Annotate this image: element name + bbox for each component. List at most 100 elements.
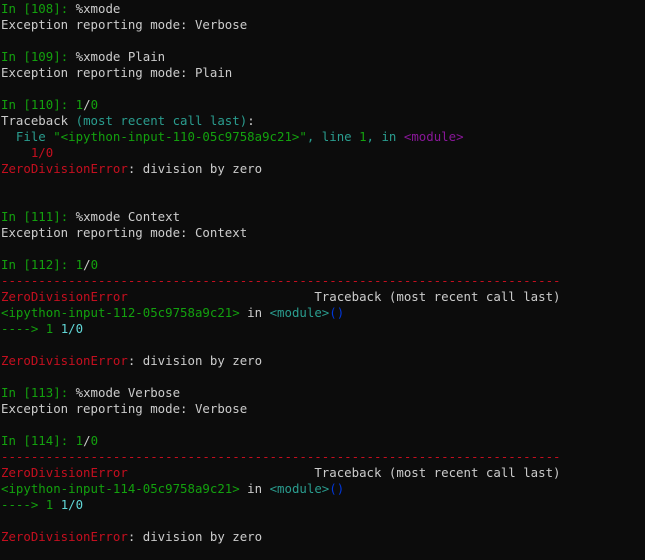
terminal-text-segment: ]: (53, 433, 76, 448)
terminal-text-segment: In [ (1, 97, 31, 112)
terminal-text-segment: 113 (30, 385, 54, 400)
terminal-line: Traceback (most recent call last): (1, 113, 561, 129)
terminal-text-segment: ----------------------------------------… (1, 449, 561, 464)
terminal-text-segment: ----------------------------------------… (1, 273, 561, 288)
terminal-text-segment: 0 (90, 257, 99, 272)
terminal-text-segment: / (83, 257, 91, 272)
terminal-line: ZeroDivisionError: division by zero (1, 161, 561, 177)
terminal-text-segment: (most recent call last) (75, 113, 248, 128)
terminal-text-segment: %xmode (75, 1, 121, 16)
terminal-line: In [113]: %xmode Verbose (1, 385, 561, 401)
terminal-text-segment: : (247, 113, 255, 128)
terminal-text-segment: 1/0 (1, 145, 54, 160)
terminal-text-segment: in (239, 481, 270, 496)
terminal-text-segment: 1/0 (60, 321, 84, 336)
terminal-text-segment: : division by zero (127, 529, 263, 544)
terminal-text-segment: ZeroDivisionError (1, 465, 128, 480)
terminal-text-segment: ]: (53, 385, 76, 400)
terminal-text-segment: () (329, 481, 345, 496)
terminal-line: In [109]: %xmode Plain (1, 49, 561, 65)
terminal-text-segment: 114 (30, 433, 54, 448)
terminal-text-segment: In [ (1, 49, 31, 64)
terminal-text-segment: ZeroDivisionError (1, 353, 128, 368)
terminal-text-segment: <module> (269, 305, 330, 320)
terminal-line: ZeroDivisionError: division by zero (1, 529, 561, 545)
terminal-line: In [114]: 1/0 (1, 433, 561, 449)
terminal-text-segment: Traceback (most recent call last) (127, 289, 561, 304)
terminal-text-segment: ]: (53, 209, 76, 224)
terminal-text-segment: %xmode Context (75, 209, 181, 224)
terminal-text-segment: 0 (90, 97, 99, 112)
terminal-text-segment: In [ (1, 1, 31, 16)
terminal-text-segment: <ipython-input-114-05c9758a9c21> (1, 481, 240, 496)
terminal-text-segment: %xmode Plain (75, 49, 166, 64)
terminal-text-segment: 1 (359, 129, 367, 144)
terminal-text-segment: , line (306, 129, 360, 144)
terminal-line: Exception reporting mode: Context (1, 225, 561, 241)
terminal-text-segment: "<ipython-input-110-05c9758a9c21>" (53, 129, 307, 144)
terminal-text-segment: ]: (53, 97, 76, 112)
terminal-text-segment: ----> 1 (1, 497, 61, 512)
terminal-line: ----------------------------------------… (1, 273, 561, 289)
terminal-text-segment: In [ (1, 433, 31, 448)
terminal-line: 1/0 (1, 145, 561, 161)
terminal-line: <ipython-input-112-05c9758a9c21> in <mod… (1, 305, 561, 321)
terminal-text-segment: Traceback (1, 113, 76, 128)
terminal-text-segment: <ipython-input-112-05c9758a9c21> (1, 305, 240, 320)
terminal-text-segment: : division by zero (127, 161, 263, 176)
terminal-line: Exception reporting mode: Verbose (1, 17, 561, 33)
terminal-line: In [112]: 1/0 (1, 257, 561, 273)
terminal-line: ----> 1 1/0 (1, 497, 561, 513)
terminal-line: ZeroDivisionError Traceback (most recent… (1, 465, 561, 481)
terminal-line: <ipython-input-114-05c9758a9c21> in <mod… (1, 481, 561, 497)
terminal-text-segment: Exception reporting mode: Verbose (1, 401, 248, 416)
terminal-text-segment: , in (366, 129, 404, 144)
terminal-text-segment: Exception reporting mode: Verbose (1, 17, 248, 32)
terminal-line: File "<ipython-input-110-05c9758a9c21>",… (1, 129, 561, 145)
terminal-text-segment: ----> 1 (1, 321, 61, 336)
terminal-text-segment: <module> (269, 481, 330, 496)
terminal-text-segment: / (83, 433, 91, 448)
terminal-text-segment: 112 (30, 257, 54, 272)
terminal-line: ZeroDivisionError Traceback (most recent… (1, 289, 561, 305)
terminal-text-segment: In [ (1, 385, 31, 400)
terminal-text-segment: Exception reporting mode: Context (1, 225, 248, 240)
terminal-text-segment: %xmode Verbose (75, 385, 181, 400)
terminal-line: In [110]: 1/0 (1, 97, 561, 113)
terminal-text-segment: in (239, 305, 270, 320)
terminal-text-segment: <module> (403, 129, 464, 144)
terminal-text-segment: ]: (53, 49, 76, 64)
terminal-text-segment: ZeroDivisionError (1, 161, 128, 176)
terminal-text-segment: 1 (75, 257, 84, 272)
terminal-text-segment: In [ (1, 209, 31, 224)
terminal-text-segment: 109 (30, 49, 54, 64)
terminal-line: ----> 1 1/0 (1, 321, 561, 337)
terminal-text-segment: ZeroDivisionError (1, 529, 128, 544)
terminal-text-segment: 111 (30, 209, 54, 224)
terminal-output[interactable]: In [108]: %xmode Exception reporting mode… (1, 1, 561, 545)
terminal-text-segment: 0 (90, 433, 99, 448)
terminal-text-segment: 1/0 (60, 497, 84, 512)
terminal-text-segment: 1 (75, 97, 84, 112)
terminal-text-segment: Exception reporting mode: Plain (1, 65, 233, 80)
terminal-text-segment: 110 (30, 97, 54, 112)
terminal-line: In [108]: %xmode (1, 1, 561, 17)
terminal-text-segment: File (1, 129, 54, 144)
terminal-line: Exception reporting mode: Plain (1, 65, 561, 81)
terminal-text-segment: 108 (30, 1, 54, 16)
terminal-text-segment: ZeroDivisionError (1, 289, 128, 304)
terminal-text-segment: ]: (53, 1, 76, 16)
terminal-line: ----------------------------------------… (1, 449, 561, 465)
terminal-text-segment: / (83, 97, 91, 112)
terminal-text-segment: () (329, 305, 345, 320)
terminal-text-segment: 1 (75, 433, 84, 448)
terminal-text-segment: In [ (1, 257, 31, 272)
